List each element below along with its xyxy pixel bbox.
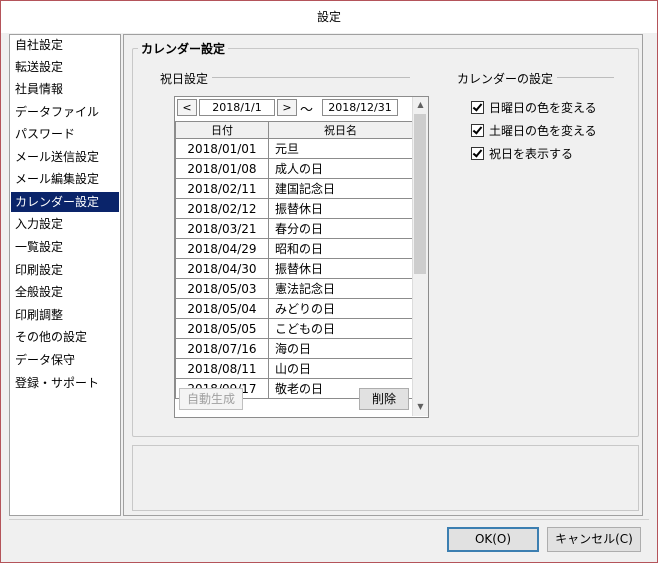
calendar-section-label: カレンダーの設定 [457,70,558,87]
table-row[interactable]: 2018/05/03 憲法記念日 [175,278,413,299]
holiday-name[interactable]: 山の日 [268,358,413,379]
table-row[interactable]: 2018/08/11 山の日 [175,358,413,379]
footer-divider [9,519,649,520]
sidebar-item-general[interactable]: 全般設定 [11,282,119,302]
cancel-button[interactable]: キャンセル(C) [547,527,641,552]
sidebar-item-company[interactable]: 自社設定 [11,35,119,55]
holiday-date[interactable]: 2018/03/21 [175,218,269,239]
sidebar-item-calendar[interactable]: カレンダー設定 [11,192,119,212]
scrollbar-thumb[interactable] [414,114,426,274]
ok-button[interactable]: OK(O) [447,527,539,552]
table-row[interactable]: 2018/03/21 春分の日 [175,218,413,239]
holiday-name[interactable]: みどりの日 [268,298,413,319]
holiday-name[interactable]: 憲法記念日 [268,278,413,299]
sidebar-item-input[interactable]: 入力設定 [11,214,119,234]
sidebar-item-mail-edit[interactable]: メール編集設定 [11,169,119,189]
holiday-list-box: < 2018/1/1 > 〜 2018/12/31 日付 祝日名 2018/01… [174,96,429,418]
scroll-down-arrow-icon[interactable]: ▼ [413,399,428,415]
holiday-date[interactable]: 2018/01/01 [175,138,269,159]
holiday-name[interactable]: こどもの日 [268,318,413,339]
sidebar-item-mail-send[interactable]: メール送信設定 [11,147,119,167]
start-date-field[interactable]: 2018/1/1 [199,99,275,116]
delete-button[interactable]: 削除 [359,388,409,410]
holiday-date[interactable]: 2018/04/30 [175,258,269,279]
table-row[interactable]: 2018/01/08 成人の日 [175,158,413,179]
table-row[interactable]: 2018/04/30 振替休日 [175,258,413,279]
settings-window: 設定 自社設定 転送設定 社員情報 データファイル パスワード メール送信設定 … [0,0,658,563]
holiday-date[interactable]: 2018/02/11 [175,178,269,199]
sidebar-item-password[interactable]: パスワード [11,124,119,144]
scroll-up-arrow-icon[interactable]: ▲ [413,97,428,113]
show-holidays-label[interactable]: 祝日を表示する [489,147,573,161]
check-mark-icon [472,147,483,158]
table-row[interactable]: 2018/01/01 元旦 [175,138,413,159]
sidebar-item-registration[interactable]: 登録・サポート [11,373,119,393]
holiday-date[interactable]: 2018/05/05 [175,318,269,339]
sidebar-item-employees[interactable]: 社員情報 [11,79,119,99]
window-title: 設定 [1,1,657,33]
prev-year-button[interactable]: < [177,99,197,116]
holiday-date[interactable]: 2018/08/11 [175,358,269,379]
settings-category-list[interactable]: 自社設定 転送設定 社員情報 データファイル パスワード メール送信設定 メール… [9,34,121,516]
holiday-date[interactable]: 2018/04/29 [175,238,269,259]
saturday-color-label[interactable]: 土曜日の色を変える [489,124,597,138]
sidebar-item-data-file[interactable]: データファイル [11,102,119,122]
saturday-color-option[interactable]: 土曜日の色を変える [471,122,597,140]
holiday-name[interactable]: 建国記念日 [268,178,413,199]
holiday-list-scrollbar[interactable]: ▲ ▼ [412,97,428,416]
holiday-name[interactable]: 振替休日 [268,198,413,219]
holiday-date[interactable]: 2018/01/08 [175,158,269,179]
sidebar-item-print[interactable]: 印刷設定 [11,260,119,280]
sunday-color-option[interactable]: 日曜日の色を変える [471,99,597,117]
sidebar-item-print-adjust[interactable]: 印刷調整 [11,305,119,325]
check-mark-icon [472,124,483,135]
end-date-field[interactable]: 2018/12/31 [322,99,398,116]
table-row[interactable]: 2018/05/04 みどりの日 [175,298,413,319]
table-row[interactable]: 2018/02/12 振替休日 [175,198,413,219]
holiday-name[interactable]: 成人の日 [268,158,413,179]
sunday-color-checkbox[interactable] [471,101,484,114]
sunday-color-label[interactable]: 日曜日の色を変える [489,101,597,115]
holiday-name[interactable]: 春分の日 [268,218,413,239]
saturday-color-checkbox[interactable] [471,124,484,137]
show-holidays-option[interactable]: 祝日を表示する [471,145,573,163]
holiday-date[interactable]: 2018/02/12 [175,198,269,219]
sidebar-item-transfer[interactable]: 転送設定 [11,57,119,77]
holiday-date[interactable]: 2018/05/04 [175,298,269,319]
table-row[interactable]: 2018/04/29 昭和の日 [175,238,413,259]
show-holidays-checkbox[interactable] [471,147,484,160]
holiday-name[interactable]: 昭和の日 [268,238,413,259]
settings-content-panel: カレンダー設定 祝日設定 < 2018/1/1 > 〜 2018/12/31 日… [123,34,643,516]
check-mark-icon [472,101,483,112]
holiday-section-divider [210,77,410,78]
description-panel [132,445,639,511]
table-row[interactable]: 2018/07/16 海の日 [175,338,413,359]
sidebar-item-maintenance[interactable]: データ保守 [11,350,119,370]
table-header-row: 日付 祝日名 [175,121,413,139]
column-header-holiday-name[interactable]: 祝日名 [268,121,413,139]
holiday-name[interactable]: 海の日 [268,338,413,359]
sidebar-item-other[interactable]: その他の設定 [11,327,119,347]
calendar-settings-title: カレンダー設定 [138,40,229,57]
holiday-date[interactable]: 2018/05/03 [175,278,269,299]
table-row[interactable]: 2018/05/05 こどもの日 [175,318,413,339]
holiday-name[interactable]: 元旦 [268,138,413,159]
holiday-table: 日付 祝日名 2018/01/01 元旦 2018/01/08 成人の日 2018/… [175,121,413,399]
date-range-separator: 〜 [300,103,314,118]
next-year-button[interactable]: > [277,99,297,116]
auto-generate-button[interactable]: 自動生成 [179,388,243,410]
holiday-date[interactable]: 2018/07/16 [175,338,269,359]
sidebar-item-list[interactable]: 一覧設定 [11,237,119,257]
table-row[interactable]: 2018/02/11 建国記念日 [175,178,413,199]
column-header-date[interactable]: 日付 [175,121,269,139]
holiday-name[interactable]: 振替休日 [268,258,413,279]
holiday-section-label: 祝日設定 [160,70,213,87]
